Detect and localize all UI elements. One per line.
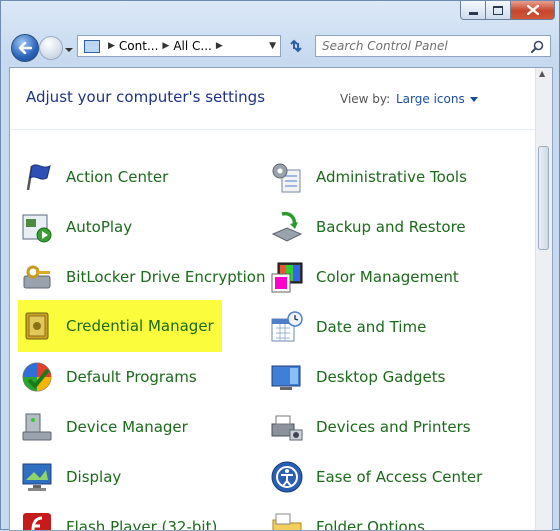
item-display[interactable]: Display xyxy=(20,456,121,498)
control-panel-window: ▶ Cont... ▶ All C... ▶ ▼ Search Control … xyxy=(0,0,560,531)
backup-icon xyxy=(270,210,304,244)
item-ease-of-access[interactable]: Ease of Access Center xyxy=(270,456,482,498)
content-pane: Adjust your computer's settings View by:… xyxy=(9,67,553,531)
default-programs-icon xyxy=(20,360,54,394)
back-arrow-icon xyxy=(18,42,32,54)
content-header: Adjust your computer's settings View by:… xyxy=(10,68,537,130)
item-autoplay[interactable]: AutoPlay xyxy=(20,206,132,248)
scrollbar-thumb[interactable] xyxy=(538,146,549,250)
view-by-dropdown[interactable]: Large icons xyxy=(396,92,478,106)
vertical-scrollbar[interactable]: ▲ xyxy=(535,68,552,530)
close-icon xyxy=(526,5,539,15)
autoplay-icon xyxy=(20,210,54,244)
maximize-icon xyxy=(493,5,503,15)
item-folder-options[interactable]: Folder Options xyxy=(270,506,425,530)
close-button[interactable] xyxy=(511,1,555,20)
window-caption-buttons xyxy=(460,1,555,21)
refresh-icon xyxy=(290,39,302,53)
item-label[interactable]: AutoPlay xyxy=(66,218,132,236)
scroll-up-icon[interactable]: ▲ xyxy=(539,69,545,78)
credential-vault-icon xyxy=(20,309,54,343)
admin-tools-icon xyxy=(270,160,304,194)
item-label[interactable]: Ease of Access Center xyxy=(316,468,482,486)
item-bitlocker[interactable]: BitLocker Drive Encryption xyxy=(20,256,265,298)
calendar-clock-icon xyxy=(270,310,304,344)
bitlocker-icon xyxy=(20,260,54,294)
back-button[interactable] xyxy=(11,34,39,62)
recent-pages-button[interactable] xyxy=(64,41,74,53)
item-credential-manager[interactable]: Credential Manager xyxy=(18,300,222,352)
item-label[interactable]: Credential Manager xyxy=(66,317,214,335)
item-administrative-tools[interactable]: Administrative Tools xyxy=(270,156,467,198)
display-icon xyxy=(20,460,54,494)
item-label[interactable]: Folder Options xyxy=(316,518,425,530)
item-desktop-gadgets[interactable]: Desktop Gadgets xyxy=(270,356,445,398)
search-input[interactable]: Search Control Panel xyxy=(322,39,448,53)
item-label[interactable]: Color Management xyxy=(316,268,459,286)
color-management-icon xyxy=(270,260,304,294)
minimize-icon xyxy=(468,11,478,15)
flash-icon xyxy=(20,510,54,530)
item-backup-and-restore[interactable]: Backup and Restore xyxy=(270,206,466,248)
breadcrumb-separator-icon[interactable]: ▶ xyxy=(108,41,115,51)
ease-of-access-icon xyxy=(270,460,304,494)
navigation-bar: ▶ Cont... ▶ All C... ▶ ▼ Search Control … xyxy=(7,31,555,63)
maximize-button[interactable] xyxy=(486,1,511,20)
search-box[interactable]: Search Control Panel xyxy=(315,35,551,57)
page-title: Adjust your computer's settings xyxy=(26,88,266,106)
item-label[interactable]: Flash Player (32-bit) xyxy=(66,518,217,530)
view-by-value[interactable]: Large icons xyxy=(396,92,465,106)
gadgets-icon xyxy=(270,360,304,394)
item-devices-and-printers[interactable]: Devices and Printers xyxy=(270,406,471,448)
item-device-manager[interactable]: Device Manager xyxy=(20,406,188,448)
control-panel-icon xyxy=(84,39,100,53)
item-label[interactable]: BitLocker Drive Encryption xyxy=(66,268,265,286)
refresh-button[interactable] xyxy=(285,35,307,57)
printer-icon xyxy=(270,410,304,444)
breadcrumb-segment[interactable]: All C... xyxy=(173,39,212,53)
chevron-down-icon xyxy=(469,96,478,102)
chevron-down-icon xyxy=(65,48,73,52)
item-flash-player[interactable]: Flash Player (32-bit) xyxy=(20,506,217,530)
address-bar[interactable]: ▶ Cont... ▶ All C... ▶ ▼ xyxy=(77,35,281,57)
item-label[interactable]: Default Programs xyxy=(66,368,197,386)
item-label[interactable]: Desktop Gadgets xyxy=(316,368,445,386)
item-label[interactable]: Action Center xyxy=(66,168,168,186)
item-label[interactable]: Display xyxy=(66,468,121,486)
item-action-center[interactable]: Action Center xyxy=(20,156,168,198)
item-default-programs[interactable]: Default Programs xyxy=(20,356,197,398)
item-label[interactable]: Backup and Restore xyxy=(316,218,466,236)
item-label[interactable]: Devices and Printers xyxy=(316,418,471,436)
breadcrumb-separator-icon[interactable]: ▶ xyxy=(162,41,169,51)
breadcrumb-segment[interactable]: Cont... xyxy=(119,39,158,53)
flag-icon xyxy=(20,160,54,194)
folder-options-icon xyxy=(270,510,304,530)
minimize-button[interactable] xyxy=(460,1,486,20)
forward-button[interactable] xyxy=(39,36,63,60)
item-label[interactable]: Administrative Tools xyxy=(316,168,467,186)
item-date-and-time[interactable]: Date and Time xyxy=(270,306,426,348)
address-dropdown-icon[interactable]: ▼ xyxy=(269,41,276,51)
view-by-label: View by: xyxy=(340,92,391,106)
device-manager-icon xyxy=(20,410,54,444)
item-label[interactable]: Date and Time xyxy=(316,318,426,336)
item-color-management[interactable]: Color Management xyxy=(270,256,459,298)
search-icon[interactable] xyxy=(531,40,544,53)
breadcrumb-separator-icon[interactable]: ▶ xyxy=(216,41,223,51)
item-label[interactable]: Device Manager xyxy=(66,418,188,436)
